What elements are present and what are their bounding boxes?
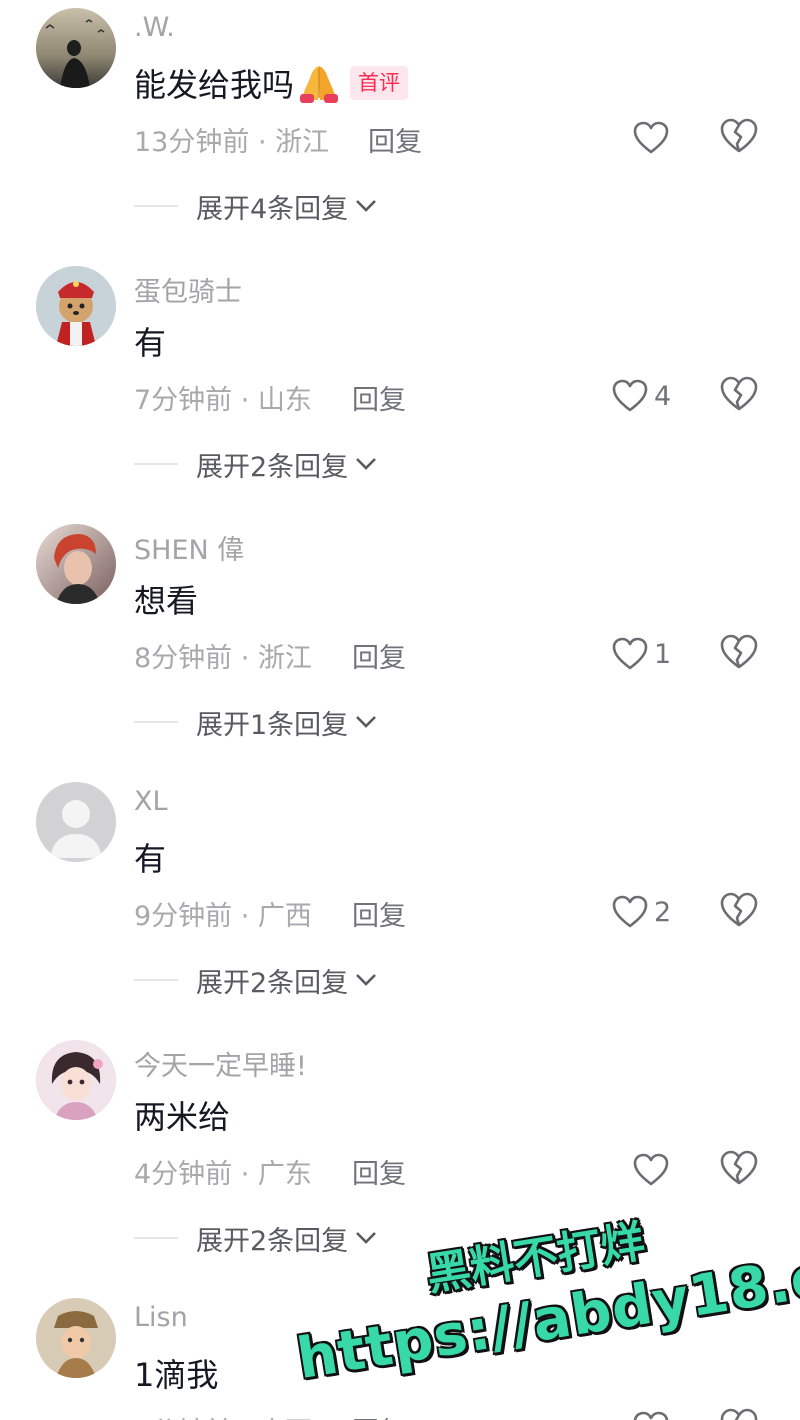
comment-text: 两米给 bbox=[134, 1092, 230, 1138]
username[interactable]: SHEN 偉 bbox=[134, 528, 244, 567]
avatar[interactable] bbox=[36, 1298, 116, 1378]
avatar[interactable] bbox=[36, 266, 116, 346]
like-count: 4 bbox=[654, 380, 672, 412]
broken-heart-icon bbox=[720, 376, 758, 411]
expand-replies-label: 展开2条回复 bbox=[196, 1225, 349, 1257]
heart-icon bbox=[633, 121, 669, 154]
broken-heart-icon bbox=[720, 1150, 758, 1185]
comment-text: 能发给我吗 首评 bbox=[134, 60, 409, 106]
divider-line bbox=[134, 205, 178, 207]
broken-heart-icon bbox=[720, 118, 758, 153]
username[interactable]: .W. bbox=[134, 12, 175, 43]
expand-replies-button[interactable]: 展开2条回复 bbox=[134, 444, 378, 484]
comment-content: 有 bbox=[134, 840, 167, 878]
divider-line bbox=[134, 1237, 178, 1239]
comment-meta: 13分钟前 · 浙江 bbox=[134, 127, 330, 158]
reply-button[interactable]: 回复 bbox=[352, 894, 406, 933]
comment-item: Lisn 1滴我 3分钟前 · 广西 回复 bbox=[0, 1290, 800, 1420]
avatar[interactable] bbox=[36, 1040, 116, 1120]
expand-replies-label: 展开2条回复 bbox=[196, 967, 349, 999]
comment-item: XL 有 9分钟前 · 广西 回复 2 展开2条回复 bbox=[0, 774, 800, 1032]
reply-button[interactable]: 回复 bbox=[352, 378, 406, 417]
divider-line bbox=[134, 979, 178, 981]
like-count: 2 bbox=[654, 896, 672, 928]
avatar[interactable] bbox=[36, 782, 116, 862]
username[interactable]: 今天一定早睡! bbox=[134, 1044, 307, 1083]
comment-meta: 4分钟前 · 广东 bbox=[134, 1159, 312, 1190]
dislike-button[interactable] bbox=[720, 1150, 760, 1190]
broken-heart-icon bbox=[720, 892, 758, 927]
chevron-down-icon bbox=[356, 974, 377, 986]
dislike-button[interactable] bbox=[720, 634, 760, 674]
heart-icon bbox=[612, 637, 648, 670]
chevron-down-icon bbox=[356, 716, 377, 728]
broken-heart-icon bbox=[720, 634, 758, 669]
comment-meta: 9分钟前 · 广西 bbox=[134, 901, 312, 932]
dislike-button[interactable] bbox=[720, 118, 760, 158]
username[interactable]: Lisn bbox=[134, 1302, 188, 1333]
heart-icon bbox=[612, 895, 648, 928]
comment-text: 有 bbox=[134, 318, 166, 364]
comment-item: .W. 能发给我吗 首评 13分钟前 · 浙江 回复 展开4条回复 bbox=[0, 0, 800, 258]
expand-replies-label: 展开1条回复 bbox=[196, 709, 349, 741]
like-button[interactable] bbox=[633, 118, 669, 158]
avatar[interactable] bbox=[36, 524, 116, 604]
expand-replies-button[interactable]: 展开2条回复 bbox=[134, 1218, 378, 1258]
expand-replies-label: 展开2条回复 bbox=[196, 451, 349, 483]
comment-meta: 8分钟前 · 浙江 bbox=[134, 643, 312, 674]
divider-line bbox=[134, 721, 178, 723]
expand-replies-button[interactable]: 展开2条回复 bbox=[134, 960, 378, 1000]
divider-line bbox=[134, 463, 178, 465]
comment-text: 有 bbox=[134, 834, 166, 880]
reply-button[interactable]: 回复 bbox=[352, 1152, 406, 1191]
like-count: 1 bbox=[654, 638, 672, 670]
expand-replies-button[interactable]: 展开4条回复 bbox=[134, 186, 378, 226]
username[interactable]: XL bbox=[134, 786, 168, 817]
heart-icon bbox=[612, 379, 648, 412]
like-button[interactable]: 1 bbox=[612, 634, 671, 674]
broken-heart-icon bbox=[720, 1408, 758, 1420]
comment-content: 有 bbox=[134, 324, 167, 362]
username[interactable]: 蛋包骑士 bbox=[134, 270, 242, 309]
comment-text: 1滴我 bbox=[134, 1350, 218, 1396]
chevron-down-icon bbox=[356, 200, 377, 212]
expand-replies-button[interactable]: 展开1条回复 bbox=[134, 702, 378, 742]
comment-content: 1滴我 bbox=[134, 1356, 219, 1394]
folded-hands-icon bbox=[296, 62, 342, 104]
dislike-button[interactable] bbox=[720, 1408, 760, 1420]
reply-button[interactable]: 回复 bbox=[352, 636, 406, 675]
comment-content: 两米给 bbox=[134, 1098, 231, 1136]
first-comment-badge: 首评 bbox=[350, 66, 409, 100]
comment-item: SHEN 偉 想看 8分钟前 · 浙江 回复 1 展开1条回复 bbox=[0, 516, 800, 774]
like-button[interactable] bbox=[633, 1408, 669, 1420]
dislike-button[interactable] bbox=[720, 892, 760, 932]
expand-replies-label: 展开4条回复 bbox=[196, 193, 349, 225]
like-button[interactable]: 4 bbox=[612, 376, 671, 416]
like-button[interactable]: 2 bbox=[612, 892, 671, 932]
comment-content: 能发给我吗 bbox=[134, 66, 295, 104]
like-button[interactable] bbox=[633, 1150, 669, 1190]
heart-icon bbox=[633, 1153, 669, 1186]
avatar[interactable] bbox=[36, 8, 116, 88]
comment-item: 蛋包骑士 有 7分钟前 · 山东 回复 4 展开2条回复 bbox=[0, 258, 800, 516]
chevron-down-icon bbox=[356, 458, 377, 470]
comment-text: 想看 bbox=[134, 576, 198, 622]
reply-button[interactable]: 回复 bbox=[368, 120, 422, 159]
chevron-down-icon bbox=[356, 1232, 377, 1244]
dislike-button[interactable] bbox=[720, 376, 760, 416]
comment-meta: 7分钟前 · 山东 bbox=[134, 385, 312, 416]
comment-meta: 3分钟前 · 广西 bbox=[134, 1410, 312, 1420]
comment-content: 想看 bbox=[134, 582, 199, 620]
heart-icon bbox=[633, 1411, 669, 1420]
comment-item: 今天一定早睡! 两米给 4分钟前 · 广东 回复 展开2条回复 bbox=[0, 1032, 800, 1290]
reply-button[interactable]: 回复 bbox=[352, 1410, 406, 1420]
